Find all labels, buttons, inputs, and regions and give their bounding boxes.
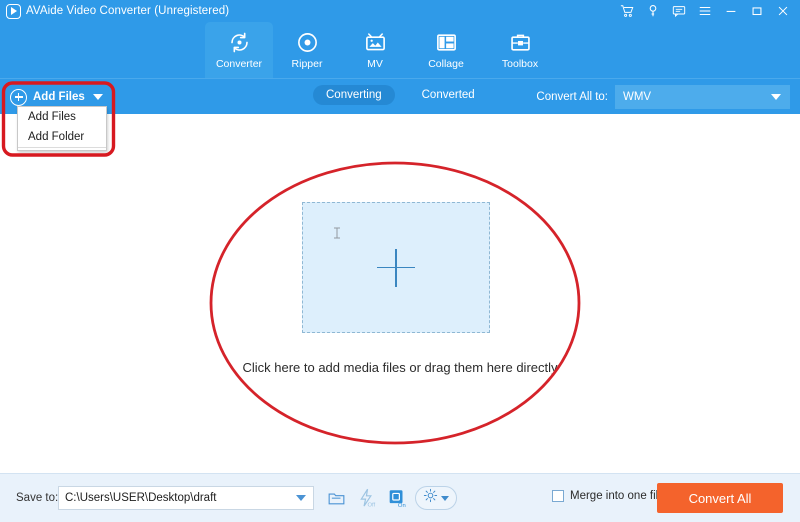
main-content: Click here to add media files or drag th… (0, 114, 800, 473)
app-window: AVAide Video Converter (Unregistered) Co… (0, 0, 800, 522)
cart-icon[interactable] (614, 0, 640, 22)
app-title: AVAide Video Converter (Unregistered) (26, 5, 230, 17)
plus-icon (377, 248, 415, 287)
convert-all-button[interactable]: Convert All (657, 483, 783, 513)
collage-layout-icon (435, 31, 458, 55)
app-logo (0, 0, 26, 22)
settings-button[interactable] (415, 486, 457, 510)
maximize-icon[interactable] (744, 0, 770, 22)
menu-footer-divider (18, 147, 106, 150)
add-files-label: Add Files (33, 91, 85, 103)
save-path-dropdown-icon[interactable] (289, 487, 313, 509)
tab-ripper-label: Ripper (291, 57, 323, 70)
tab-mv[interactable]: MV (341, 22, 409, 78)
save-path-value: C:\Users\USER\Desktop\draft (65, 492, 217, 504)
tab-toolbox-label: Toolbox (501, 57, 539, 70)
nav-tabs: Converter Ripper MV Collage Toolbox (205, 22, 557, 78)
save-path-input[interactable]: C:\Users\USER\Desktop\draft (58, 486, 314, 510)
tab-collage-label: Collage (428, 57, 464, 70)
tab-toolbox[interactable]: Toolbox (483, 22, 557, 78)
tab-collage[interactable]: Collage (409, 22, 483, 78)
disc-icon (296, 31, 319, 55)
chevron-down-icon[interactable] (92, 94, 103, 100)
menu-item-add-files[interactable]: Add Files (18, 107, 106, 127)
add-files-dropdown-menu: Add Files Add Folder (17, 106, 107, 151)
folder-icon[interactable] (324, 486, 348, 510)
convert-all-to-group: Convert All to: WMV (536, 85, 790, 109)
merge-into-one-file-checkbox[interactable]: Merge into one file (552, 490, 665, 502)
chevron-down-icon (771, 94, 781, 100)
format-select[interactable]: WMV (615, 85, 790, 109)
menu-icon[interactable] (692, 0, 718, 22)
svg-text:On: On (398, 503, 406, 509)
gpu-chip-icon[interactable]: On (385, 486, 409, 510)
toolbox-icon (509, 31, 532, 55)
convert-refresh-icon (228, 31, 251, 55)
tab-converter-label: Converter (215, 57, 263, 70)
chevron-down-icon (441, 495, 449, 501)
feedback-icon[interactable] (666, 0, 692, 22)
minimize-icon[interactable] (718, 0, 744, 22)
window-controls (614, 0, 796, 22)
key-icon[interactable] (640, 0, 666, 22)
close-icon[interactable] (770, 0, 796, 22)
plus-circle-icon (10, 88, 27, 106)
tab-converter[interactable]: Converter (205, 22, 273, 78)
title-bar: AVAide Video Converter (Unregistered) (0, 0, 800, 22)
menu-item-add-folder[interactable]: Add Folder (18, 127, 106, 147)
format-select-value: WMV (623, 91, 652, 103)
play-logo-icon (5, 3, 21, 19)
status-tabs: Converting Converted (313, 85, 488, 105)
merge-label: Merge into one file (570, 490, 665, 502)
sub-toolbar: Add Files Converting Converted Convert A… (0, 78, 800, 114)
checkbox-box[interactable] (552, 490, 564, 502)
tab-converted[interactable]: Converted (409, 85, 488, 105)
tab-mv-label: MV (367, 57, 383, 70)
drop-zone-caption: Click here to add media files or drag th… (242, 360, 558, 375)
mv-picture-icon (364, 31, 387, 55)
media-drop-zone[interactable] (302, 202, 490, 333)
nav-bar: Converter Ripper MV Collage Toolbox (0, 22, 800, 78)
tab-converting[interactable]: Converting (313, 85, 395, 105)
gear-icon (423, 488, 438, 508)
text-cursor-artifact (333, 226, 341, 239)
lightning-icon[interactable]: Off (355, 486, 379, 510)
save-to-label: Save to: (16, 492, 59, 504)
tab-ripper[interactable]: Ripper (273, 22, 341, 78)
convert-all-to-label: Convert All to: (536, 91, 608, 103)
svg-text:Off: Off (367, 503, 375, 509)
